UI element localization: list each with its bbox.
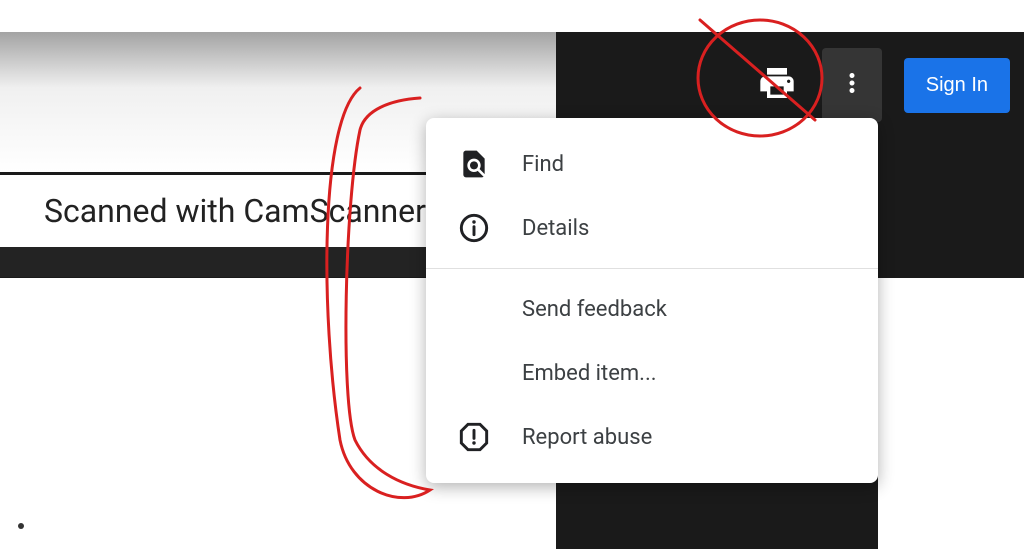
report-icon xyxy=(454,421,494,453)
stray-dot xyxy=(18,523,24,529)
print-button[interactable] xyxy=(740,48,814,122)
menu-label: Embed item... xyxy=(522,361,657,386)
more-actions-button[interactable] xyxy=(822,48,882,122)
menu-item-report-abuse[interactable]: Report abuse xyxy=(426,405,878,469)
menu-label: Send feedback xyxy=(522,297,667,322)
menu-label: Find xyxy=(522,152,564,177)
menu-item-find[interactable]: Find xyxy=(426,132,878,196)
menu-label: Details xyxy=(522,216,589,241)
info-icon xyxy=(454,212,494,244)
viewer-toolbar: Sign In xyxy=(740,48,1024,122)
top-margin xyxy=(0,0,1024,32)
menu-divider xyxy=(426,268,878,269)
print-icon xyxy=(757,63,797,107)
sign-in-button[interactable]: Sign In xyxy=(904,58,1010,113)
find-in-page-icon xyxy=(454,148,494,180)
watermark-text: Scanned with CamScanner xyxy=(44,192,426,230)
menu-item-send-feedback[interactable]: Send feedback xyxy=(426,277,878,341)
menu-item-embed[interactable]: Embed item... xyxy=(426,341,878,405)
menu-label: Report abuse xyxy=(522,425,652,450)
more-actions-menu: Find Details Send feedback Embed item...… xyxy=(426,118,878,483)
menu-item-details[interactable]: Details xyxy=(426,196,878,260)
more-vert-icon xyxy=(837,68,867,102)
